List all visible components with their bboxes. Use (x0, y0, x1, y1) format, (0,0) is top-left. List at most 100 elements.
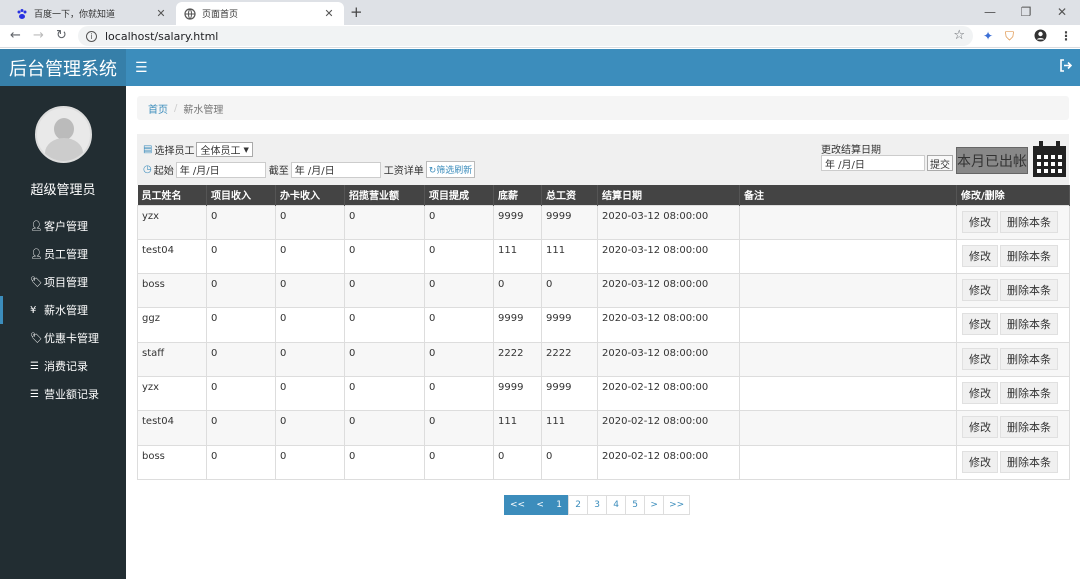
sidebar-item-project[interactable]: 🏷︎ 项目管理 (0, 268, 126, 296)
cell-card-income: 0 (275, 341, 345, 377)
page-link[interactable]: 4 (606, 495, 627, 515)
cell-base: 9999 (493, 307, 542, 343)
employee-select[interactable]: 全体员工 ▼ (196, 142, 253, 157)
cell-total: 9999 (541, 204, 598, 240)
yen-icon: ¥ (30, 304, 37, 316)
tab-title: 百度一下，你就知道 (34, 10, 116, 20)
tag-icon: 🏷︎ (30, 332, 43, 344)
column-header: 项目提成 (424, 185, 494, 205)
user-icon: 👤︎ (30, 248, 43, 260)
month-settled-button[interactable]: 本月已出帐 (956, 147, 1028, 174)
sidebar-item-consumption[interactable]: ☰ 消费记录 (0, 352, 126, 380)
start-date-input[interactable]: 年 /月/日 (175, 161, 266, 178)
breadcrumb-home-link[interactable]: 首页 (148, 101, 168, 116)
close-icon[interactable]: ✕ (322, 7, 336, 20)
cell-commission: 0 (424, 204, 494, 240)
new-tab-icon[interactable]: + (350, 3, 363, 21)
restore-icon[interactable]: ❐ (1008, 0, 1044, 24)
forward-icon[interactable]: → (33, 28, 44, 43)
delete-row-button[interactable]: 删除本条 (1000, 244, 1058, 267)
page-link[interactable]: 5 (625, 495, 646, 515)
app-logo[interactable]: 后台管理系统 (0, 49, 126, 86)
close-window-icon[interactable]: ✕ (1044, 0, 1080, 24)
delete-row-button[interactable]: 删除本条 (1000, 210, 1058, 233)
back-icon[interactable]: ← (10, 28, 21, 43)
column-header: 结算日期 (597, 185, 740, 205)
cell-commission: 0 (424, 238, 494, 275)
browser-tab-baidu[interactable]: 百度一下，你就知道 ✕ (8, 2, 176, 25)
info-icon[interactable]: i (86, 30, 97, 42)
edit-button[interactable]: 修改 (962, 210, 998, 233)
cell-commission: 0 (424, 341, 494, 377)
cell-base: 111 (493, 238, 542, 275)
cell-total: 0 (541, 273, 598, 309)
cell-date: 2020-03-12 08:00:00 (597, 341, 740, 377)
table-row: yzx 0 0 0 0 9999 9999 2020-02-12 08:00:00 修改 删除本条 (137, 375, 1070, 412)
profile-icon[interactable] (1034, 29, 1047, 45)
edit-button[interactable]: 修改 (962, 313, 998, 336)
cell-name: yzx (137, 375, 207, 412)
edit-button[interactable]: 修改 (962, 244, 998, 267)
browser-tab-home[interactable]: 页面首页 ✕ (176, 2, 344, 25)
cell-project-income: 0 (206, 238, 276, 275)
employee-filter-label: 选择员工 (154, 146, 195, 157)
extension-icon[interactable]: ✦ (983, 29, 993, 43)
delete-row-button[interactable]: 删除本条 (1000, 416, 1058, 439)
edit-button[interactable]: 修改 (962, 450, 998, 473)
page-link[interactable]: < (530, 495, 551, 515)
table-header-row: 员工姓名 项目收入 办卡收入 招揽营业额 项目提成 底薪 总工资 结算日期 备注… (137, 185, 1070, 205)
dropdown-arrow-icon: ▼ (243, 145, 249, 154)
sidebar-item-salary[interactable]: ¥ 薪水管理 (0, 296, 126, 324)
submit-button[interactable]: 提交 (927, 155, 953, 171)
pagination: << <1 2 3 4 5 > >> (504, 495, 691, 515)
cell-note (739, 444, 957, 480)
address-bar[interactable]: i localhost/salary.html ☆ (78, 26, 973, 46)
cell-base: 9999 (493, 204, 542, 240)
user-name: 超级管理员 (30, 183, 96, 198)
settle-date-form: 年 /月/日 提交 (819, 155, 953, 171)
table-row: boss 0 0 0 0 0 0 2020-02-12 08:00:00 修改 删除本条 (137, 444, 1070, 480)
page-link[interactable]: << (504, 495, 532, 515)
cell-name: test04 (137, 238, 207, 275)
cell-solicit: 0 (344, 375, 425, 412)
cell-solicit: 0 (344, 410, 425, 446)
page-link[interactable]: 3 (587, 495, 608, 515)
edit-button[interactable]: 修改 (962, 347, 998, 370)
cell-note (739, 238, 957, 275)
reload-icon[interactable]: ↻ (56, 28, 67, 43)
filter-refresh-button[interactable]: ↻筛选刷新 (425, 161, 476, 178)
page-link[interactable]: > (644, 495, 665, 515)
page-link[interactable]: 1 (549, 495, 570, 515)
delete-row-button[interactable]: 删除本条 (1000, 279, 1058, 302)
delete-row-button[interactable]: 删除本条 (1000, 313, 1058, 336)
delete-row-button[interactable]: 删除本条 (1000, 450, 1058, 473)
cell-note (739, 375, 957, 412)
hamburger-menu-icon[interactable]: ☰ (135, 60, 148, 76)
cell-actions: 修改 删除本条 (956, 273, 1070, 309)
column-header: 底薪 (493, 185, 542, 205)
delete-row-button[interactable]: 删除本条 (1000, 381, 1058, 404)
delete-row-button[interactable]: 删除本条 (1000, 347, 1058, 370)
edit-button[interactable]: 修改 (962, 381, 998, 404)
minimize-icon[interactable]: — (972, 0, 1008, 24)
bookmark-star-icon[interactable]: ☆ (953, 28, 965, 43)
breadcrumb-separator: / (174, 102, 178, 114)
edit-button[interactable]: 修改 (962, 279, 998, 302)
close-icon[interactable]: ✕ (154, 7, 168, 20)
edit-button[interactable]: 修改 (962, 416, 998, 439)
browser-menu-icon[interactable]: ⋮ (1060, 29, 1072, 43)
cell-card-income: 0 (275, 204, 345, 240)
cell-name: staff (137, 341, 207, 377)
sidebar-item-revenue[interactable]: ☰ 营业额记录 (0, 380, 126, 408)
extension-shield-icon[interactable]: ⛉ (1005, 29, 1014, 44)
page-link[interactable]: >> (663, 495, 691, 515)
salary-table-body: yzx 0 0 0 0 9999 9999 2020-03-12 08:00:00 修改 删除本条… (137, 204, 1070, 480)
end-date-input[interactable]: 年 /月/日 (290, 161, 381, 178)
calendar-icon[interactable] (1033, 141, 1066, 177)
logout-icon[interactable] (1059, 59, 1073, 76)
sidebar-item-employee[interactable]: 👤︎ 员工管理 (0, 240, 126, 268)
page-link[interactable]: 2 (568, 495, 589, 515)
sidebar-item-customer[interactable]: 👤︎ 客户管理 (0, 212, 126, 240)
sidebar-item-discount-card[interactable]: 🏷︎ 优惠卡管理 (0, 324, 126, 352)
settle-date-input[interactable]: 年 /月/日 (821, 155, 925, 171)
